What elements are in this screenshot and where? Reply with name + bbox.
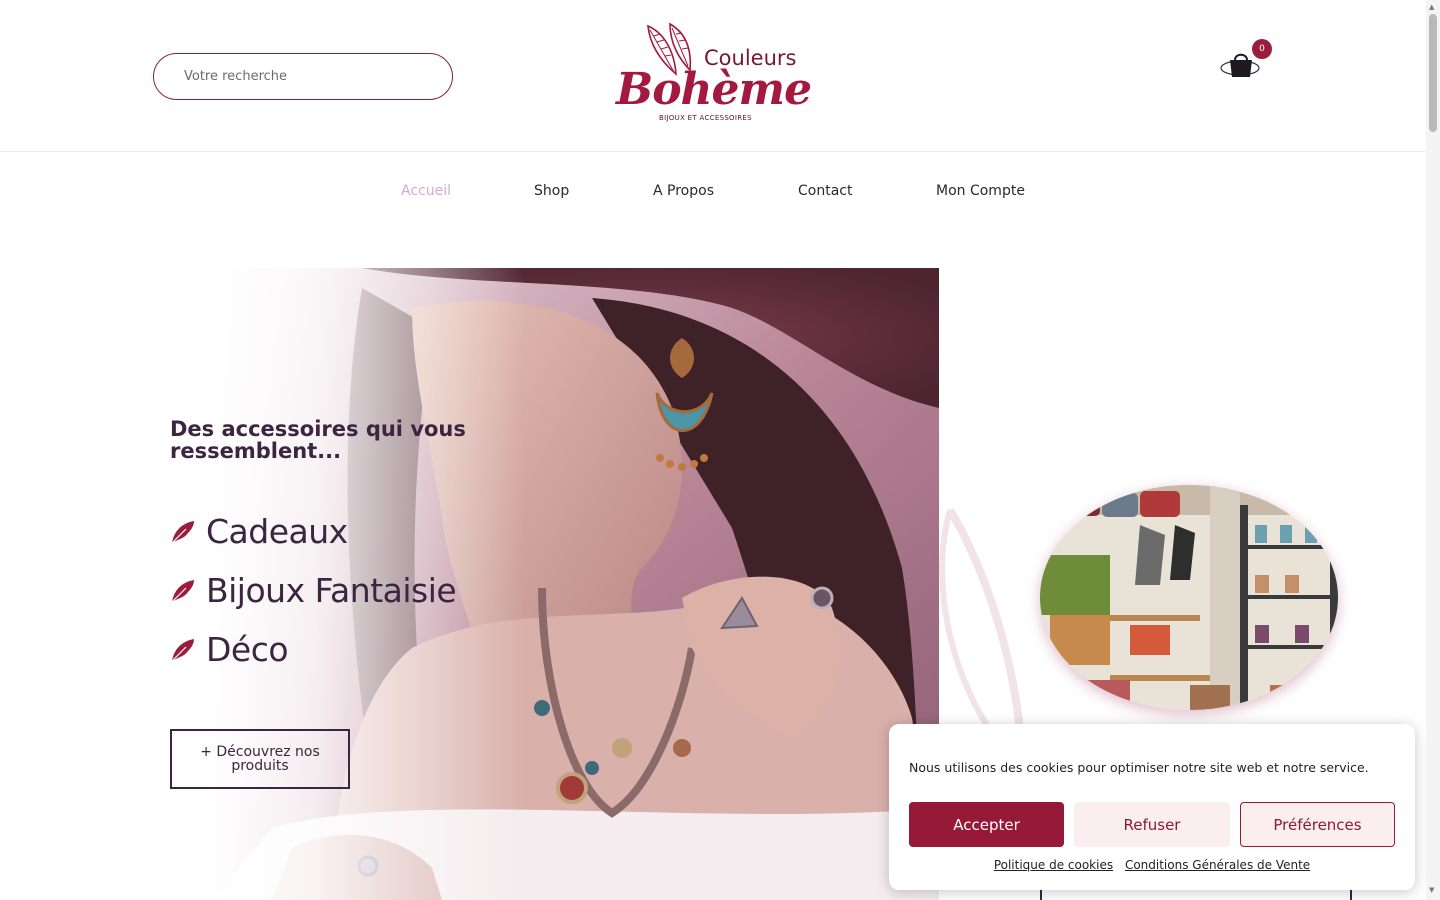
nav-item-a-propos[interactable]: A Propos: [653, 183, 714, 199]
list-item[interactable]: Bijoux Fantaisie: [170, 561, 457, 620]
main-nav: Accueil Shop A Propos Contact Mon Compte: [0, 178, 1426, 208]
scroll-up-arrow-icon[interactable]: ▲: [1429, 3, 1434, 11]
feather-icon: [171, 520, 194, 543]
nav-item-contact[interactable]: Contact: [798, 183, 852, 199]
feather-icon: [171, 579, 194, 602]
hero-category-list: Cadeaux Bijoux Fantaisie Déco: [170, 502, 457, 679]
list-item-label: Bijoux Fantaisie: [206, 571, 457, 610]
discover-products-button[interactable]: + Découvrez nos produits: [170, 729, 350, 789]
terms-of-sale-link[interactable]: Conditions Générales de Vente: [1125, 858, 1310, 872]
accept-cookies-button[interactable]: Accepter: [909, 802, 1064, 847]
cookie-banner: Nous utilisons des cookies pour optimise…: [889, 724, 1415, 890]
cookie-preferences-button[interactable]: Préférences: [1240, 802, 1395, 847]
cookie-policy-link[interactable]: Politique de cookies: [994, 858, 1113, 872]
list-item-label: Cadeaux: [206, 512, 348, 551]
search-box[interactable]: [153, 53, 453, 100]
scroll-down-arrow-icon[interactable]: ▼: [1429, 886, 1434, 894]
list-item[interactable]: Cadeaux: [170, 502, 456, 561]
list-item[interactable]: Déco: [170, 620, 456, 679]
page-scrollbar[interactable]: ▲ ▼: [1426, 0, 1440, 900]
nav-item-shop[interactable]: Shop: [534, 183, 569, 199]
cookie-message: Nous utilisons des cookies pour optimise…: [909, 760, 1369, 775]
feather-icon: [171, 638, 194, 661]
site-header: Couleurs Bohème BIJOUX ET ACCESSOIRES 0: [0, 0, 1426, 152]
search-input[interactable]: [154, 54, 452, 99]
cart-count-badge: 0: [1252, 39, 1272, 59]
cookie-links: Politique de cookies Conditions Générale…: [889, 858, 1415, 872]
logo-tagline: BIJOUX ET ACCESSOIRES: [659, 114, 752, 122]
logo-text-boheme: Bohème: [616, 64, 812, 115]
list-item-label: Déco: [206, 630, 289, 669]
scrollbar-thumb[interactable]: [1429, 14, 1437, 132]
refuse-cookies-button[interactable]: Refuser: [1074, 802, 1230, 847]
site-logo[interactable]: Couleurs Bohème BIJOUX ET ACCESSOIRES: [612, 20, 812, 126]
nav-item-accueil[interactable]: Accueil: [401, 183, 451, 199]
hero-title: Des accessoires qui vous ressemblent...: [170, 417, 466, 463]
shop-interior-photo: [1040, 485, 1338, 710]
nav-item-mon-compte[interactable]: Mon Compte: [936, 183, 1025, 199]
